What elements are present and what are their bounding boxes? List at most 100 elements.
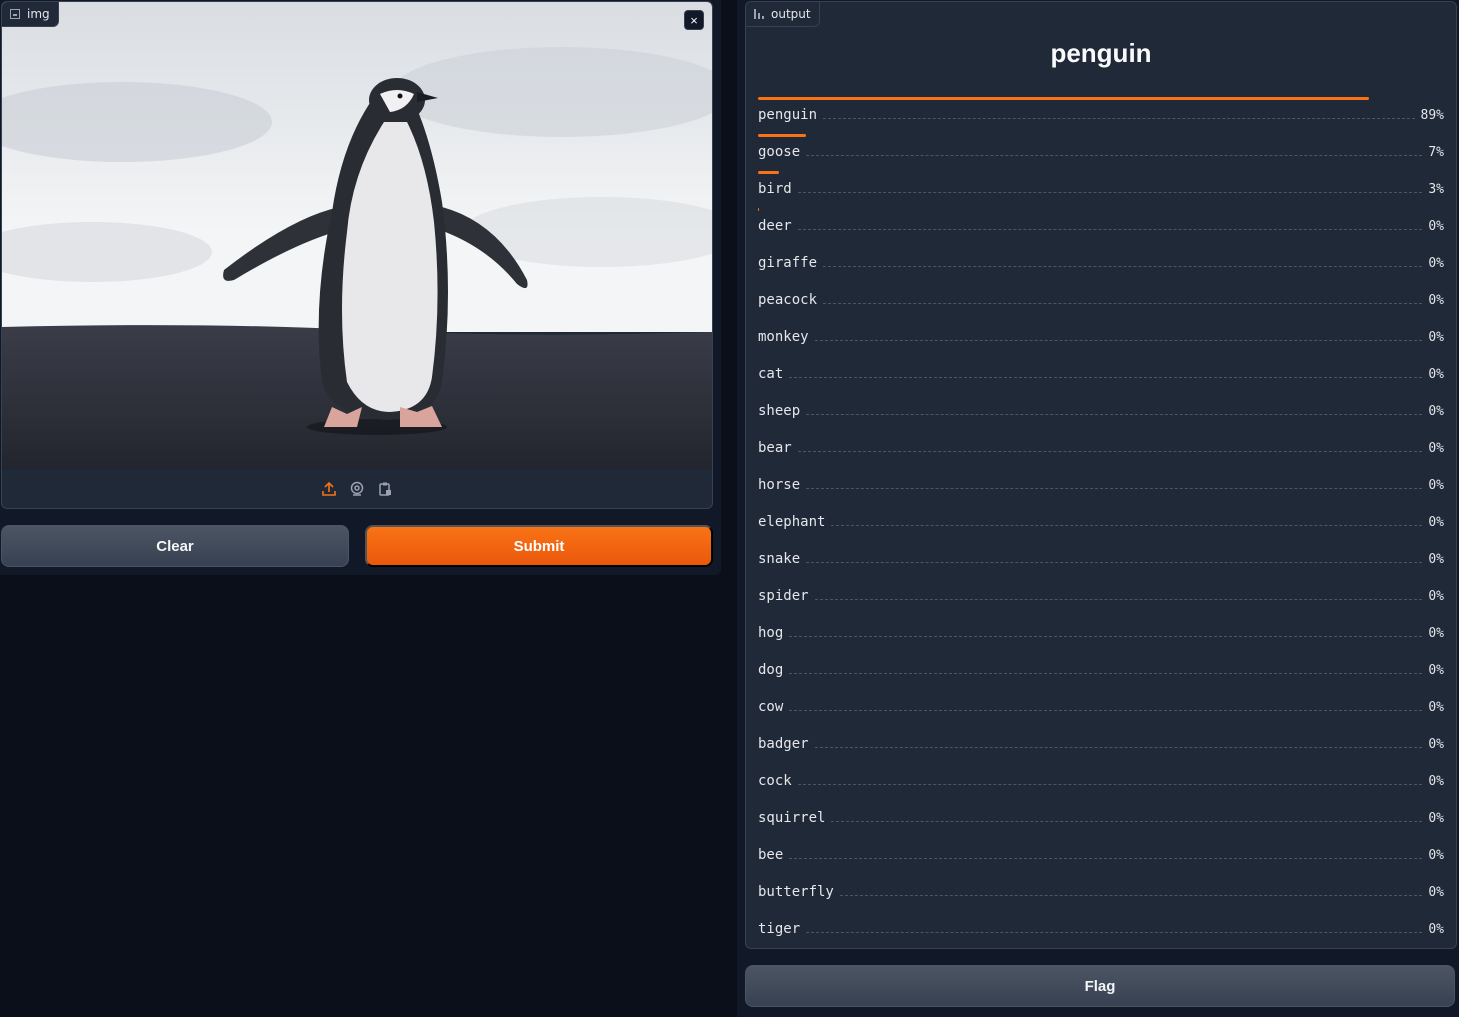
confidence-list: penguin 89% goose 7% bird 3% deer 0% giraffe 0% pe…: [758, 95, 1444, 946]
class-percentage: 0%: [1428, 330, 1444, 345]
dotted-leader: [814, 737, 1423, 748]
image-icon: [10, 9, 20, 19]
confidence-line: horse 0%: [758, 477, 1444, 493]
confidence-row: elephant 0%: [758, 502, 1444, 539]
class-percentage: 0%: [1428, 811, 1444, 826]
class-percentage: 0%: [1428, 441, 1444, 456]
dotted-leader: [823, 256, 1423, 267]
confidence-line: squirrel 0%: [758, 810, 1444, 826]
flag-button[interactable]: Flag: [745, 965, 1455, 1007]
confidence-line: peacock 0%: [758, 292, 1444, 308]
class-label: elephant: [758, 514, 826, 530]
class-label: hog: [758, 625, 784, 641]
confidence-row: badger 0%: [758, 724, 1444, 761]
confidence-line: goose 7%: [758, 144, 1444, 160]
confidence-line: bear 0%: [758, 440, 1444, 456]
confidence-line: cock 0%: [758, 773, 1444, 789]
image-label-chip: img: [2, 2, 59, 27]
class-label: peacock: [758, 292, 818, 308]
class-percentage: 0%: [1428, 885, 1444, 900]
confidence-row: tiger 0%: [758, 909, 1444, 946]
dotted-leader: [814, 589, 1423, 600]
confidence-bar: [758, 97, 1369, 100]
class-percentage: 0%: [1428, 293, 1444, 308]
dotted-leader: [806, 552, 1423, 563]
confidence-line: dog 0%: [758, 662, 1444, 678]
output-column: output penguin penguin 89% goose 7% bird 3% de…: [737, 0, 1459, 1017]
confidence-row: spider 0%: [758, 576, 1444, 613]
class-label: bear: [758, 440, 792, 456]
class-label: horse: [758, 477, 801, 493]
dotted-leader: [839, 885, 1423, 896]
class-percentage: 0%: [1428, 922, 1444, 937]
confidence-line: hog 0%: [758, 625, 1444, 641]
confidence-row: butterfly 0%: [758, 872, 1444, 909]
upload-icon[interactable]: [320, 480, 338, 498]
clear-button[interactable]: Clear: [1, 525, 349, 567]
confidence-row: peacock 0%: [758, 280, 1444, 317]
class-label: dog: [758, 662, 784, 678]
class-label: deer: [758, 218, 792, 234]
dotted-leader: [806, 404, 1423, 415]
confidence-row: giraffe 0%: [758, 243, 1444, 280]
confidence-line: bird 3%: [758, 181, 1444, 197]
confidence-row: dog 0%: [758, 650, 1444, 687]
dotted-leader: [789, 663, 1423, 674]
class-label: bird: [758, 181, 792, 197]
output-label-chip: output: [746, 2, 820, 27]
class-percentage: 89%: [1420, 108, 1444, 123]
dotted-leader: [831, 515, 1423, 526]
confidence-row: squirrel 0%: [758, 798, 1444, 835]
class-label: snake: [758, 551, 801, 567]
class-label: goose: [758, 144, 801, 160]
class-percentage: 0%: [1428, 367, 1444, 382]
dotted-leader: [789, 848, 1423, 859]
class-label: monkey: [758, 329, 809, 345]
confidence-row: snake 0%: [758, 539, 1444, 576]
dotted-leader: [823, 108, 1415, 119]
confidence-row: deer 0%: [758, 206, 1444, 243]
class-percentage: 0%: [1428, 774, 1444, 789]
class-percentage: 0%: [1428, 515, 1444, 530]
submit-button[interactable]: Submit: [365, 525, 713, 567]
clipboard-icon[interactable]: [376, 480, 394, 498]
confidence-line: sheep 0%: [758, 403, 1444, 419]
class-percentage: 0%: [1428, 219, 1444, 234]
top-prediction: penguin: [1050, 38, 1152, 68]
confidence-line: cat 0%: [758, 366, 1444, 382]
image-label: img: [27, 7, 50, 21]
confidence-line: tiger 0%: [758, 921, 1444, 937]
dotted-leader: [797, 182, 1423, 193]
label-icon: [754, 9, 764, 19]
confidence-row: monkey 0%: [758, 317, 1444, 354]
confidence-bar: [758, 134, 807, 137]
confidence-line: penguin 89%: [758, 107, 1444, 123]
confidence-row: bee 0%: [758, 835, 1444, 872]
dotted-leader: [789, 626, 1423, 637]
class-percentage: 0%: [1428, 737, 1444, 752]
label-output-panel: output penguin penguin 89% goose 7% bird 3% de…: [745, 1, 1457, 949]
confidence-line: cow 0%: [758, 699, 1444, 715]
dotted-leader: [789, 367, 1423, 378]
dotted-leader: [823, 293, 1423, 304]
confidence-line: giraffe 0%: [758, 255, 1444, 271]
confidence-line: bee 0%: [758, 847, 1444, 863]
confidence-line: monkey 0%: [758, 329, 1444, 345]
class-label: spider: [758, 588, 809, 604]
confidence-line: butterfly 0%: [758, 884, 1444, 900]
image-source-toolbar: [2, 469, 712, 508]
output-label: output: [771, 7, 811, 21]
confidence-line: spider 0%: [758, 588, 1444, 604]
clear-image-button[interactable]: ×: [684, 10, 704, 30]
dotted-leader: [797, 774, 1423, 785]
webcam-icon[interactable]: [348, 480, 366, 498]
class-label: sheep: [758, 403, 801, 419]
class-percentage: 0%: [1428, 626, 1444, 641]
confidence-row: bird 3%: [758, 169, 1444, 206]
dotted-leader: [806, 478, 1423, 489]
image-input-panel[interactable]: img ×: [1, 1, 713, 509]
dotted-leader: [797, 441, 1423, 452]
dotted-leader: [789, 700, 1423, 711]
class-label: cat: [758, 366, 784, 382]
confidence-row: hog 0%: [758, 613, 1444, 650]
